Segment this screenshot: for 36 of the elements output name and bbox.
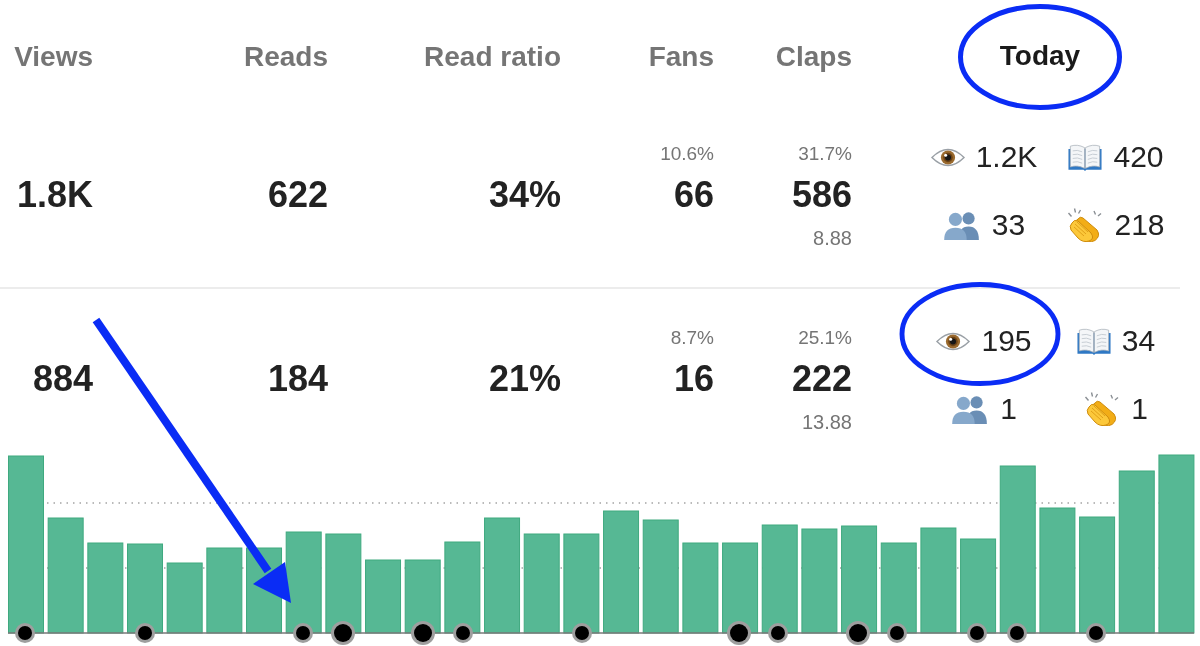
stat-value: 586: [791, 177, 852, 213]
stat-value: 66: [673, 177, 714, 213]
percent-label: 25.1%: [798, 327, 852, 347]
percent-label: 10.6%: [660, 143, 714, 163]
column-header: Read ratio: [424, 43, 561, 71]
percent-label: 8.7%: [670, 327, 714, 347]
open-book-icon: [1068, 142, 1103, 172]
column-header: Reads: [243, 43, 328, 71]
today-count: 420: [1113, 142, 1164, 172]
stat-value: 34%: [488, 177, 561, 213]
stat-value: 21%: [488, 361, 561, 397]
today-header: Today: [999, 40, 1081, 71]
today-count: 1: [1000, 394, 1017, 424]
stat-value: 884: [32, 361, 93, 397]
stat-value: 184: [267, 361, 328, 397]
stat-value: 622: [267, 177, 328, 213]
today-count: 34: [1121, 326, 1156, 356]
people-icon: [951, 394, 990, 424]
stat-value: 222: [791, 361, 852, 397]
today-count: 195: [981, 326, 1032, 356]
today-count: 1: [1131, 394, 1148, 424]
people-icon: [942, 210, 981, 240]
today-count: 33: [991, 210, 1026, 240]
today-count: 1.2K: [975, 142, 1038, 172]
claps-per-fan-value: 13.88: [801, 412, 852, 432]
today-count: 218: [1114, 210, 1165, 240]
claps-per-fan-value: 8.88: [813, 228, 852, 248]
clapping-hands-icon: [1067, 208, 1104, 242]
open-book-icon: [1076, 326, 1111, 356]
stat-value: 16: [673, 361, 714, 397]
column-header: Claps: [775, 43, 852, 71]
column-header: Views: [14, 43, 93, 71]
clapping-hands-icon: [1084, 392, 1121, 426]
column-header: Fans: [648, 43, 714, 71]
stat-value: 1.8K: [16, 177, 93, 213]
percent-label: 31.7%: [798, 143, 852, 163]
